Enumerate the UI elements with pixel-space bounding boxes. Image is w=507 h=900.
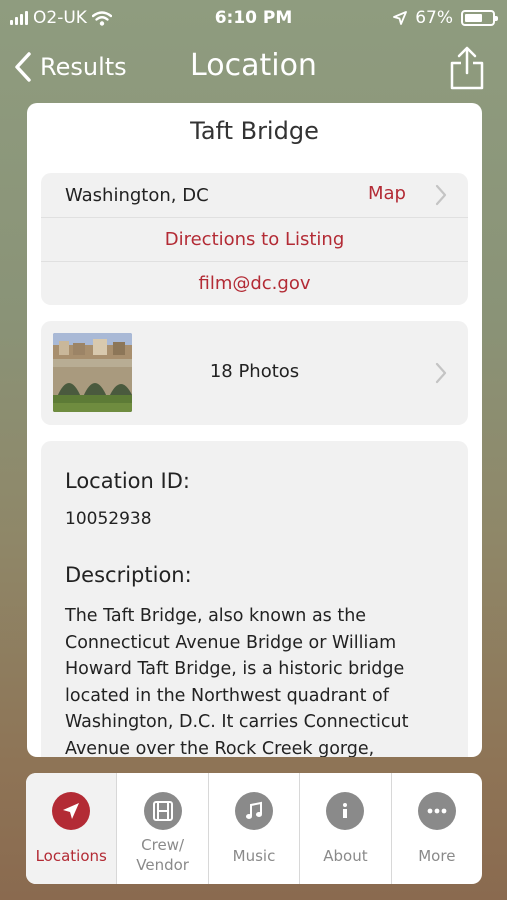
- status-bar: O2-UK 6:10 PM 67%: [0, 0, 507, 36]
- tab-music[interactable]: Music: [207, 773, 299, 884]
- location-services-icon: [393, 11, 408, 25]
- contact-group: Washington, DC Map Directions to Listing…: [41, 173, 468, 305]
- location-name: Taft Bridge: [190, 117, 319, 145]
- more-icon: [417, 792, 456, 830]
- tab-more[interactable]: More: [390, 773, 482, 884]
- details-group: Location ID: 10052938 Description: The T…: [41, 441, 468, 757]
- tab-label: Locations: [35, 847, 107, 865]
- tab-label: More: [418, 847, 456, 865]
- email-label: film@dc.gov: [198, 273, 311, 294]
- battery-percent: 67%: [415, 8, 453, 28]
- city-row[interactable]: Washington, DC Map: [41, 173, 468, 217]
- tab-label: Crew/ Vendor: [117, 835, 207, 875]
- battery-fill: [465, 14, 483, 22]
- share-button[interactable]: [449, 46, 485, 90]
- location-id-value: 10052938: [65, 509, 152, 529]
- tab-crew-vendor[interactable]: Crew/ Vendor: [116, 773, 207, 884]
- description-text: The Taft Bridge, also known as the Conne…: [65, 606, 409, 757]
- map-link[interactable]: Map: [368, 183, 406, 204]
- status-right: 67%: [393, 8, 498, 28]
- directions-label: Directions to Listing: [164, 229, 345, 250]
- info-icon: [326, 792, 365, 830]
- navigation-bar: Results Location: [0, 40, 507, 96]
- location-arrow-icon: [52, 792, 91, 830]
- tab-label-line-1: Crew/: [141, 836, 185, 854]
- photos-row[interactable]: 18 Photos: [41, 321, 468, 425]
- back-label: Results: [40, 53, 127, 81]
- chevron-right-icon: [435, 362, 447, 384]
- tab-locations[interactable]: Locations: [26, 773, 117, 884]
- tab-label: About: [323, 847, 368, 865]
- city-label: Washington, DC: [65, 184, 209, 206]
- battery-icon: [461, 10, 498, 26]
- location-id-heading: Location ID:: [65, 469, 190, 493]
- tab-bar: Locations Crew/ Vendor Music About More: [26, 773, 482, 884]
- share-icon: [450, 46, 484, 90]
- directions-link[interactable]: Directions to Listing: [41, 217, 468, 261]
- back-button[interactable]: Results: [14, 52, 127, 82]
- music-note-icon: [235, 792, 274, 830]
- tab-label-line-2: Vendor: [136, 856, 189, 874]
- photos-count: 18 Photos: [209, 361, 300, 382]
- chevron-right-icon: [435, 184, 447, 206]
- location-detail-card: Taft Bridge Washington, DC Map Direction…: [27, 103, 482, 757]
- tab-label: Music: [232, 847, 276, 865]
- tab-about[interactable]: About: [299, 773, 390, 884]
- film-icon: [143, 792, 182, 830]
- email-link[interactable]: film@dc.gov: [41, 261, 468, 305]
- description-heading: Description:: [65, 563, 192, 587]
- chevron-left-icon: [15, 52, 31, 82]
